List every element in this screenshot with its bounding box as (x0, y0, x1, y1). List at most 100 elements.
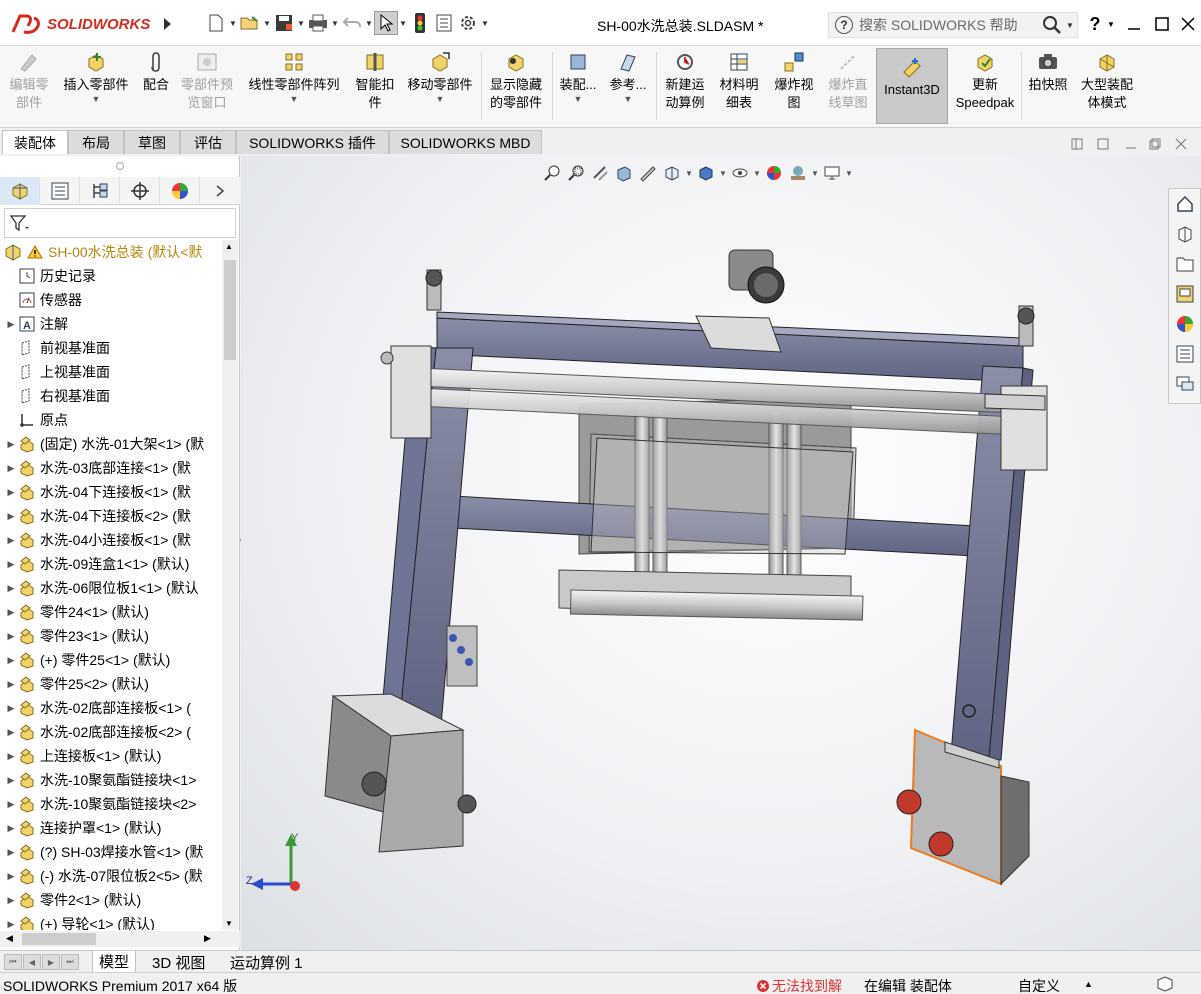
linear-pattern-button[interactable]: 线性零部件阵列 ▼ (244, 50, 344, 124)
mate-button[interactable]: 配合 (138, 50, 174, 124)
tree-item-component[interactable]: ▶ 水洗-04小连接板<1> (默 (0, 528, 221, 552)
tree-item-component[interactable]: ▶ 上连接板<1> (默认) (0, 744, 221, 768)
update-speedpak-button[interactable]: 更新 Speedpak (952, 50, 1018, 124)
instant3d-button[interactable]: Instant3D (876, 48, 948, 124)
expand-chevron-icon[interactable]: ▶ (4, 799, 18, 810)
expand-chevron-icon[interactable]: ▶ (4, 895, 18, 906)
select-cursor-icon[interactable] (374, 11, 398, 35)
expand-chevron-icon[interactable]: ▶ (4, 679, 18, 690)
tree-item-component[interactable]: ▶ 水洗-04下连接板<1> (默 (0, 480, 221, 504)
tab-assembly[interactable]: 装配体 (2, 130, 68, 154)
expand-chevron-icon[interactable]: ▶ (4, 535, 18, 546)
expand-chevron-icon[interactable]: ▶ (4, 919, 18, 930)
expand-chevron-icon[interactable]: ▶ (4, 751, 18, 762)
tab-solidworks-addins[interactable]: SOLIDWORKS 插件 (236, 130, 389, 154)
tree-item-component[interactable]: ▶ (+) 导轮<1> (默认) (0, 912, 221, 930)
tab-first-icon[interactable]: ⏮ (4, 954, 22, 970)
tree-item-component[interactable]: ▶ 零件24<1> (默认) (0, 600, 221, 624)
search-icon[interactable] (1041, 15, 1063, 35)
tree-filter-box[interactable] (4, 208, 236, 238)
custom-properties-icon[interactable] (1169, 339, 1200, 369)
status-error[interactable]: 无法找到解 (756, 976, 842, 994)
large-assembly-mode-button[interactable]: 大型装配 体模式 (1074, 50, 1140, 124)
tree-scroll-thumb[interactable] (224, 260, 236, 360)
options-dropdown-icon[interactable]: ▼ (480, 11, 490, 35)
expand-chevron-icon[interactable]: ▶ (4, 823, 18, 834)
help-search-placeholder[interactable]: 搜索 SOLIDWORKS 帮助 (859, 15, 1041, 35)
expand-chevron-icon[interactable]: ▶ (4, 703, 18, 714)
view-palette-icon[interactable] (1169, 279, 1200, 309)
assembly-3d-model[interactable] (241, 156, 1201, 950)
feature-tree-tab-icon[interactable] (0, 177, 40, 205)
solidworks-logo[interactable]: SOLIDWORKS (10, 11, 150, 37)
expand-chevron-icon[interactable]: ▶ (4, 511, 18, 522)
status-help-icon[interactable] (1156, 976, 1174, 994)
undo-dropdown-icon[interactable]: ▼ (364, 11, 374, 35)
expand-chevron-icon[interactable]: ▶ (4, 631, 18, 642)
new-dropdown-icon[interactable]: ▼ (228, 11, 238, 35)
show-hidden-parts-button[interactable]: 显示隐藏 的零部件 (484, 50, 548, 124)
expand-chevron-icon[interactable]: ▶ (4, 871, 18, 882)
save-icon[interactable] (272, 11, 296, 35)
new-motion-study-button[interactable]: 新建运 动算例 (660, 50, 710, 124)
tree-item-history[interactable]: 历史记录 (0, 264, 221, 288)
tree-item-component[interactable]: ▶ 水洗-10聚氨酯链接块<2> (0, 792, 221, 816)
front-tank-panel-part[interactable] (590, 437, 854, 555)
tree-horizontal-scrollbar[interactable]: ◀ ▶ (0, 931, 240, 947)
assembly-features-button[interactable]: 装配... ▼ (556, 50, 600, 124)
viewport-tile-left-icon[interactable] (1067, 136, 1087, 152)
smart-fastener-button[interactable]: 智能扣件 (350, 50, 400, 124)
tree-item-component[interactable]: ▶ 水洗-06限位板1<1> (默认 (0, 576, 221, 600)
tree-item-component[interactable]: ▶ (-) 水洗-07限位板2<5> (默 (0, 864, 221, 888)
linear-pattern-dropdown-icon[interactable]: ▼ (290, 94, 299, 104)
file-properties-icon[interactable] (432, 11, 456, 35)
tree-item-right-plane[interactable]: 右视基准面 (0, 384, 221, 408)
graphics-area[interactable]: ▼ ▼ ▼ ▼ ▼ Y Z (241, 138, 1201, 950)
open-dropdown-icon[interactable]: ▼ (262, 11, 272, 35)
tab-last-icon[interactable]: ⏭ (61, 954, 79, 970)
select-dropdown-icon[interactable]: ▼ (398, 11, 408, 35)
insert-part-dropdown-icon[interactable]: ▼ (92, 94, 101, 104)
status-unit-system[interactable]: 自定义 (1018, 976, 1060, 994)
reference-geometry-button[interactable]: 参考... ▼ (606, 50, 650, 124)
help-dropdown-icon[interactable]: ▼ (1106, 10, 1116, 38)
left-base-box-part[interactable] (324, 693, 477, 853)
tree-item-component[interactable]: ▶ 水洗-03底部连接<1> (默 (0, 456, 221, 480)
tree-item-component[interactable]: ▶ 水洗-02底部连接板<2> ( (0, 720, 221, 744)
tab-3d-view[interactable]: 3D 视图 (146, 951, 211, 973)
expand-chevron-icon[interactable]: ▶ (4, 847, 18, 858)
edit-part-button[interactable]: 编辑零 部件 (4, 50, 54, 124)
motor-part[interactable] (728, 249, 785, 304)
close-icon[interactable] (1176, 10, 1200, 38)
move-part-button[interactable]: 移动零部件 ▼ (402, 50, 478, 124)
left-bracket-part[interactable] (380, 345, 432, 439)
search-dropdown-icon[interactable]: ▼ (1063, 21, 1077, 30)
tree-item-annotations[interactable]: ▶ A 注解 (0, 312, 221, 336)
tree-item-front-plane[interactable]: 前视基准面 (0, 336, 221, 360)
tree-item-component[interactable]: ▶ 水洗-02底部连接板<1> ( (0, 696, 221, 720)
options-gear-icon[interactable] (456, 11, 480, 35)
save-dropdown-icon[interactable]: ▼ (296, 11, 306, 35)
panel-grip-handle[interactable] (116, 162, 124, 170)
expand-menu-arrow-icon[interactable] (160, 14, 174, 34)
solidworks-resources-home-icon[interactable] (1169, 189, 1200, 219)
dimxpert-tab-icon[interactable] (120, 177, 160, 205)
tree-item-origin[interactable]: 原点 (0, 408, 221, 432)
tab-solidworks-mbd[interactable]: SOLIDWORKS MBD (389, 130, 542, 154)
tab-prev-icon[interactable]: ◀ (23, 954, 41, 970)
filter-funnel-icon[interactable] (9, 213, 31, 233)
configuration-manager-tab-icon[interactable] (80, 177, 120, 205)
tab-motion-study-1[interactable]: 运动算例 1 (224, 951, 309, 973)
expand-chevron-icon[interactable]: ▶ (4, 775, 18, 786)
file-explorer-icon[interactable] (1169, 249, 1200, 279)
help-search-box[interactable]: ? 搜索 SOLIDWORKS 帮助 ▼ (828, 12, 1078, 38)
snapshot-button[interactable]: 拍快照 (1024, 50, 1072, 124)
forum-icon[interactable] (1169, 369, 1200, 399)
tab-model[interactable]: 模型 (92, 951, 137, 973)
tab-layout[interactable]: 布局 (68, 130, 124, 154)
expand-chevron-icon[interactable]: ▶ (4, 487, 18, 498)
expand-chevron-icon[interactable]: ▶ (4, 607, 18, 618)
scroll-down-arrow-icon[interactable]: ▼ (225, 919, 233, 928)
expand-chevron-icon[interactable]: ▶ (4, 439, 18, 450)
expand-chevron-icon[interactable]: ▶ (4, 463, 18, 474)
